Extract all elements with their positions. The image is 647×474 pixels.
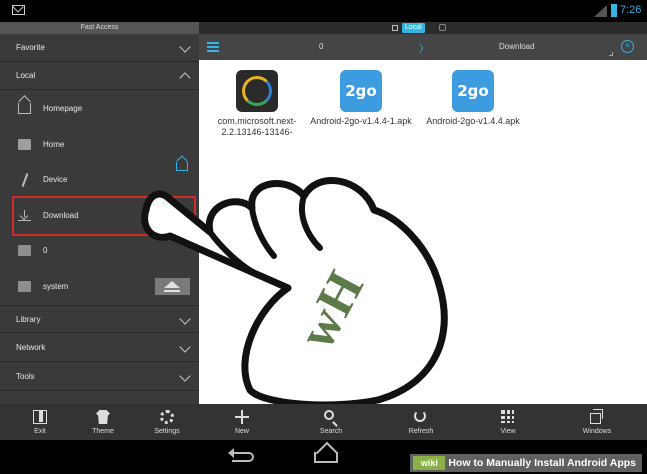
breadcrumb-separator-icon: 〉: [419, 44, 429, 55]
windows-button[interactable]: Windows: [568, 404, 626, 440]
file-item[interactable]: 2go Android-2go-v1.4.4-1.apk: [305, 70, 417, 127]
sdcard-icon: [18, 281, 31, 292]
search-icon: [324, 410, 334, 420]
sdcard-icon: [18, 245, 31, 256]
apk-2go-icon: 2go: [452, 70, 494, 112]
tab-local[interactable]: Local: [402, 23, 425, 33]
exit-icon: [33, 410, 47, 424]
home-icon[interactable]: [314, 452, 338, 463]
button-label: Settings: [154, 428, 180, 435]
sidebar-header: Fast Access: [0, 22, 199, 34]
refresh-icon: [414, 410, 426, 422]
file-name: Android-2go-v1.4.4-1.apk: [310, 116, 412, 126]
mail-notification-icon: [12, 5, 25, 15]
button-label: Refresh: [408, 428, 434, 435]
sidebar-group-local[interactable]: Local: [0, 62, 199, 90]
search-button[interactable]: Search: [302, 404, 360, 440]
slash-icon: [18, 174, 31, 185]
breadcrumb-current[interactable]: Download: [499, 42, 535, 51]
window-icon: [392, 25, 398, 31]
plus-icon: [235, 410, 249, 424]
refresh-button[interactable]: Refresh: [392, 404, 450, 440]
tab-lock-icon: [439, 24, 446, 31]
button-label: Theme: [92, 428, 114, 435]
settings-button[interactable]: Settings: [138, 404, 196, 440]
folder-icon: [18, 139, 31, 150]
house-icon: [18, 103, 31, 114]
sidebar-item-label: system: [43, 282, 69, 291]
windows-icon: [590, 409, 603, 424]
button-label: New: [234, 428, 249, 435]
file-item[interactable]: com.microsoft.next-2.2.13146-13146-: [201, 70, 313, 138]
new-button[interactable]: New: [213, 404, 271, 440]
watermark-banner: wiki How to Manually Install Android App…: [410, 454, 642, 472]
battery-icon: [611, 4, 617, 17]
close-icon[interactable]: ×: [621, 40, 634, 53]
watermark-text: How to Manually Install Android Apps: [448, 457, 636, 469]
file-name: Android-2go-v1.4.4.apk: [426, 116, 520, 126]
grid-view-icon: [501, 410, 514, 423]
app-icon: [236, 70, 278, 112]
status-bar: 7:26: [0, 0, 647, 22]
system-nav-bar: wiki How to Manually Install Android App…: [0, 440, 647, 474]
hand-shape: [141, 177, 448, 408]
button-label: View: [500, 428, 516, 435]
gear-icon: [160, 410, 174, 424]
theme-button[interactable]: Theme: [74, 404, 132, 440]
path-toolbar: 0 〉 Download ×: [199, 34, 647, 60]
sidebar-item-label: Homepage: [43, 104, 83, 113]
window-tab-strip: Local: [199, 22, 647, 34]
sidebar-item-label: 0: [43, 246, 48, 255]
group-label: Library: [16, 315, 41, 324]
bottom-toolbar: Exit Theme Settings New Search Refresh V…: [0, 404, 647, 440]
group-label: Local: [16, 71, 36, 80]
view-button[interactable]: View: [479, 404, 537, 440]
group-label: Network: [16, 343, 46, 352]
button-label: Windows: [582, 428, 612, 435]
breadcrumb-root[interactable]: 0: [319, 42, 323, 51]
sidebar-group-favorite[interactable]: Favorite: [0, 34, 199, 62]
button-label: Search: [319, 428, 343, 435]
button-label: Exit: [34, 428, 46, 435]
group-label: Tools: [16, 372, 35, 381]
wikihow-logo: wiki: [413, 456, 446, 470]
chevron-up-icon: [179, 72, 191, 84]
menu-icon[interactable]: [207, 42, 219, 52]
sidebar-item-label: Device: [43, 175, 68, 184]
chevron-down-icon: [179, 41, 191, 53]
exit-button[interactable]: Exit: [11, 404, 69, 440]
file-item[interactable]: 2go Android-2go-v1.4.4.apk: [417, 70, 529, 127]
apk-2go-icon: 2go: [340, 70, 382, 112]
dropdown-corner-icon: [609, 52, 613, 56]
signal-icon: [594, 5, 607, 17]
file-name: com.microsoft.next-2.2.13146-13146-: [217, 116, 297, 137]
group-label: Favorite: [16, 43, 45, 52]
sidebar-item-home[interactable]: Home: [0, 127, 199, 163]
sidebar-item-homepage[interactable]: Homepage: [0, 91, 199, 127]
clock: 7:26: [620, 4, 642, 16]
sidebar-item-label: Home: [43, 140, 65, 149]
shirt-icon: [96, 410, 110, 424]
pointing-hand-illustration: wH: [141, 177, 448, 408]
back-icon[interactable]: [228, 448, 254, 462]
